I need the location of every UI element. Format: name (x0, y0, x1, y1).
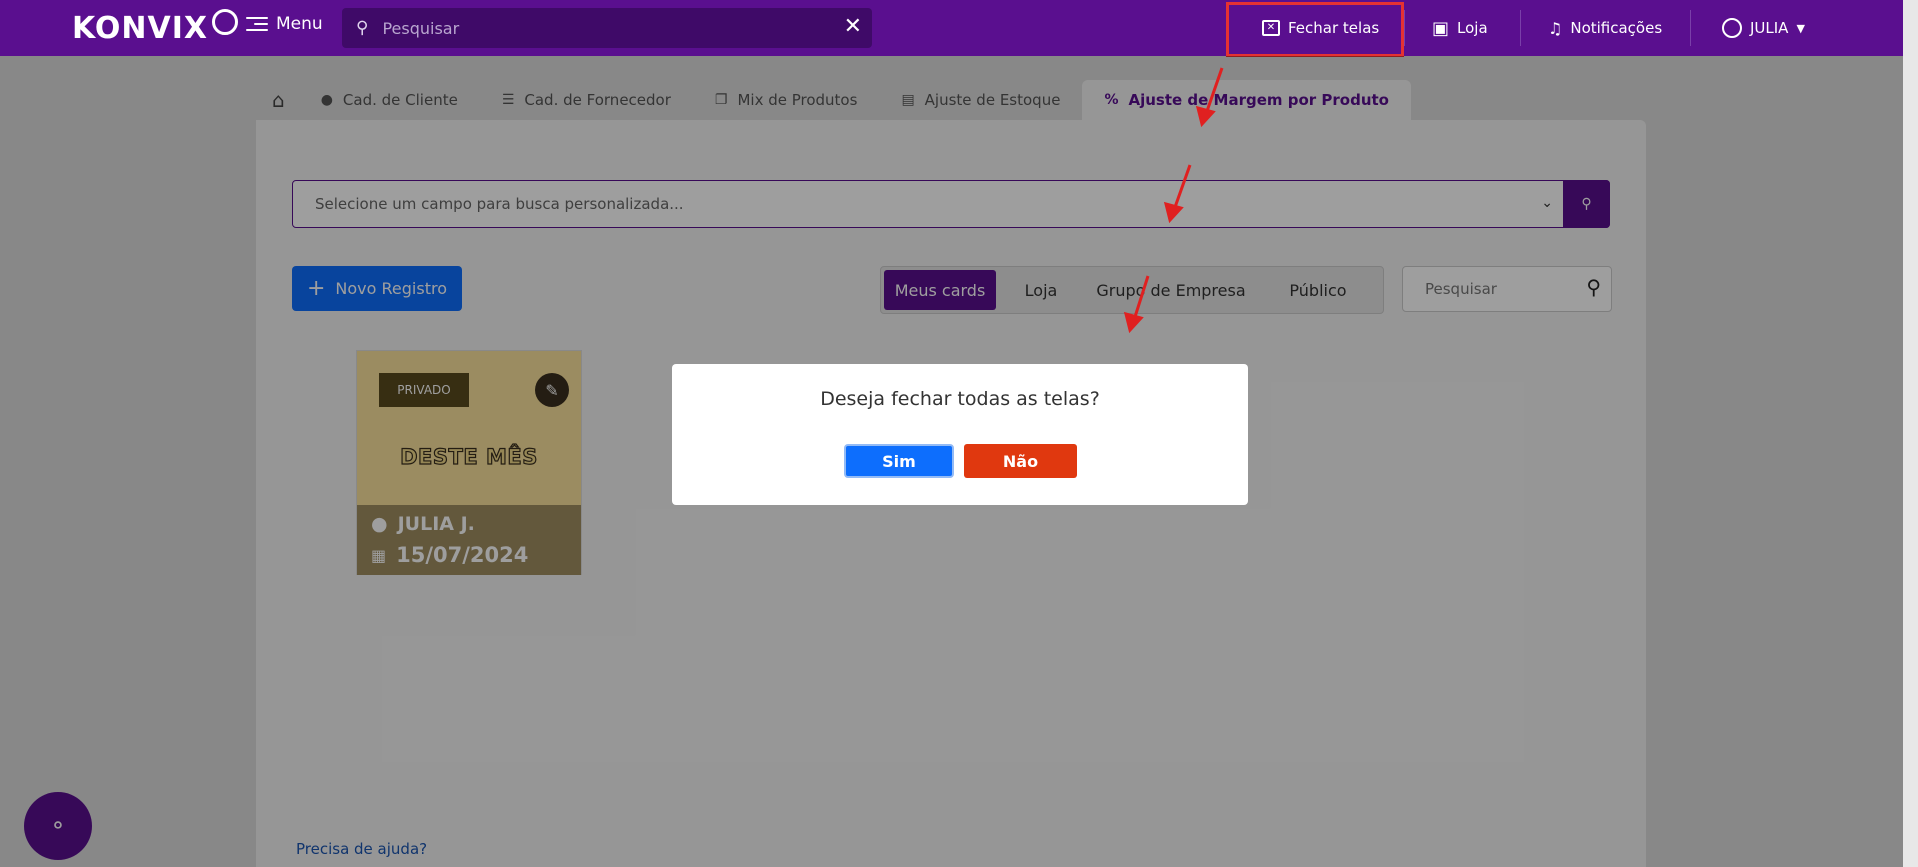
konvix-logo[interactable]: KONVIX (72, 9, 239, 46)
divider (1520, 10, 1521, 46)
divider (1404, 10, 1405, 46)
highlight-box (1226, 2, 1404, 57)
user-menu[interactable]: JULIA ▼ (1722, 14, 1805, 42)
hamburger-icon (246, 16, 268, 32)
divider (1690, 10, 1691, 46)
store-icon: ▣ (1432, 17, 1450, 39)
bell-icon: ♫ (1548, 18, 1563, 38)
notifications-button[interactable]: ♫ Notificações (1548, 14, 1662, 42)
search-icon: ⚲ (356, 18, 369, 38)
user-circle-icon (1722, 18, 1742, 38)
chevron-down-icon: ▼ (1796, 21, 1805, 35)
scroll-gutter (1903, 0, 1918, 867)
notifications-label: Notificações (1570, 19, 1663, 37)
menu-label: Menu (276, 14, 323, 34)
store-button[interactable]: ▣ Loja (1432, 14, 1488, 42)
menu-button[interactable]: Menu (246, 14, 323, 34)
confirm-yes-button[interactable]: Sim (844, 444, 954, 478)
global-search-input[interactable] (382, 18, 803, 38)
confirm-no-button[interactable]: Não (964, 444, 1077, 478)
confirm-dialog: Deseja fechar todas as telas? Sim Não (672, 364, 1248, 505)
user-label: JULIA (1750, 19, 1789, 37)
top-bar: KONVIX Menu ⚲ ✕ ✕ Fechar telas ▣ Loja ♫ … (0, 0, 1918, 57)
logo-text: KONVIX (72, 10, 209, 46)
store-label: Loja (1457, 19, 1488, 37)
clear-search-icon[interactable]: ✕ (844, 14, 862, 39)
logo-mark-icon (212, 9, 239, 35)
global-search: ⚲ ✕ (342, 8, 872, 48)
confirm-question: Deseja fechar todas as telas? (820, 388, 1100, 410)
